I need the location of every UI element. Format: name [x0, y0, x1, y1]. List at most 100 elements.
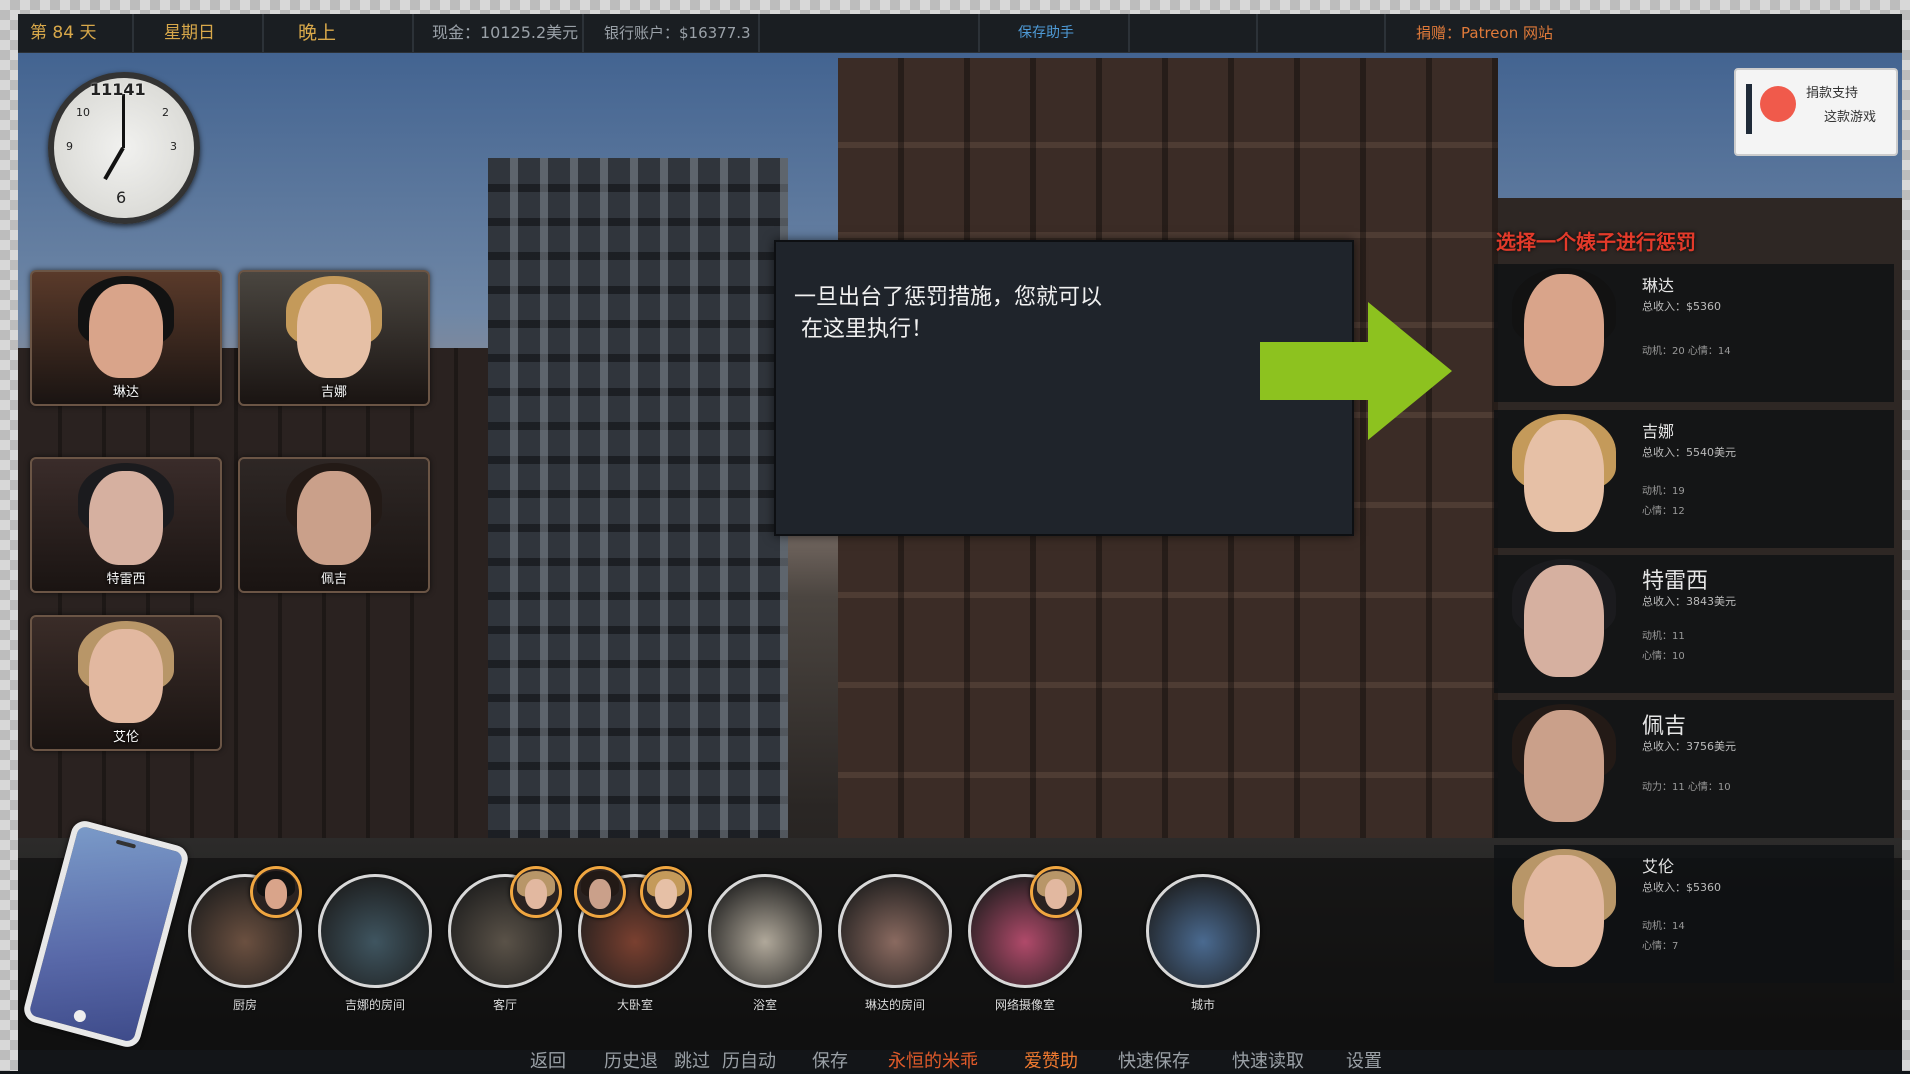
cash-display: 现金：10125.2美元 — [414, 14, 584, 52]
avatar-face — [655, 879, 677, 909]
green-arrow-right-icon — [1260, 302, 1452, 440]
card-portrait — [1524, 274, 1604, 386]
character-portrait — [89, 471, 163, 565]
room-button-5[interactable] — [708, 874, 822, 988]
character-portrait — [297, 284, 371, 378]
clock-number: 10 — [76, 106, 90, 119]
bottom-menu-item-2[interactable]: 历史退 — [604, 1050, 658, 1074]
character-name: 特雷西 — [106, 572, 146, 587]
card-name: 琳达 — [1642, 276, 1675, 295]
card-portrait — [1524, 710, 1604, 822]
clock-hour-hand — [103, 147, 125, 181]
character-portrait — [89, 629, 163, 723]
card-income: 总收入：3843美元 — [1642, 595, 1736, 608]
phone-home-icon — [72, 1008, 88, 1024]
bank-account-display: 银行账户：$16377.3 — [584, 14, 760, 52]
top-status-bar: 第 84 天 星期日 晚上 现金：10125.2美元 银行账户：$16377.3… — [18, 14, 1902, 53]
card-name: 吉娜 — [1642, 422, 1675, 441]
character-tile-5[interactable]: 艾伦 — [30, 615, 222, 751]
clock-number: 9 — [66, 140, 73, 153]
bottom-menu-item-9[interactable]: 快速读取 — [1232, 1050, 1304, 1074]
bottom-menu-item-1[interactable]: 返回 — [530, 1050, 566, 1074]
topbar-spacer-2 — [1130, 14, 1258, 52]
card-income: 总收入：$5360 — [1642, 881, 1721, 894]
room-label: 吉娜的房间 — [344, 998, 405, 1012]
room-occupant-avatar — [574, 866, 626, 918]
punish-card-2[interactable]: 吉娜总收入：5540美元 动机：19 心情：12 — [1494, 410, 1894, 548]
room-button-8[interactable] — [1146, 874, 1260, 988]
clock-number: 6 — [116, 188, 127, 207]
dialog-line-2: 在这里执行！ — [801, 317, 934, 342]
card-name: 佩吉 — [1642, 714, 1687, 739]
bottom-menu-item-3[interactable]: 跳过 — [674, 1050, 710, 1074]
punish-card-3[interactable]: 特雷西 总收入：3843美元 动机：11 心情：10 — [1494, 555, 1894, 693]
time-of-day: 晚上 — [264, 14, 414, 52]
card-stat-1: 动力：11 心情：10 — [1642, 782, 1731, 793]
room-occupant-avatar — [640, 866, 692, 918]
character-tile-1[interactable]: 琳达 — [30, 270, 222, 406]
room-label: 浴室 — [752, 998, 777, 1012]
card-name: 特雷西 — [1642, 569, 1709, 594]
card-portrait — [1524, 565, 1604, 677]
phone-camera-icon — [115, 839, 137, 849]
card-stat-2: 心情：12 — [1642, 506, 1685, 517]
donate-line-2: 这款游戏 — [1824, 110, 1877, 125]
room-button-2[interactable] — [318, 874, 432, 988]
save-helper-button[interactable]: 保存助手 — [980, 14, 1130, 52]
card-stat-1: 动机：14 — [1642, 921, 1685, 932]
card-stat-2: 心情：7 — [1642, 941, 1679, 952]
room-label: 网络摄像室 — [994, 998, 1055, 1012]
character-portrait — [89, 284, 163, 378]
avatar-face — [525, 879, 547, 909]
bottom-menu-item-8[interactable]: 快速保存 — [1118, 1050, 1190, 1074]
room-label: 琳达的房间 — [864, 998, 925, 1012]
card-stat-1: 动机：11 — [1642, 631, 1685, 642]
bottom-menu-item-10[interactable]: 设置 — [1346, 1050, 1382, 1074]
card-stat-1: 动机：19 — [1642, 486, 1685, 497]
room-label: 城市 — [1190, 998, 1215, 1012]
weekday: 星期日 — [134, 14, 264, 52]
room-label: 客厅 — [492, 998, 517, 1012]
card-income: 总收入：5540美元 — [1642, 446, 1736, 459]
donate-support-button[interactable]: 捐款支持 这款游戏 — [1734, 68, 1898, 156]
card-stat-2: 心情：10 — [1642, 651, 1685, 662]
donate-line-1: 捐款支持 — [1806, 86, 1859, 101]
character-name: 琳达 — [112, 385, 139, 400]
day-counter: 第 84 天 — [18, 14, 134, 52]
avatar-face — [1045, 879, 1067, 909]
punish-card-1[interactable]: 琳达 总收入：$5360 动机：20 心情：14 — [1494, 264, 1894, 402]
avatar-face — [265, 879, 287, 909]
character-name: 佩吉 — [320, 572, 347, 587]
background-office-tower — [488, 158, 788, 858]
bottom-menu-item-7[interactable]: 爱赞助 — [1024, 1050, 1078, 1074]
character-portrait — [297, 471, 371, 565]
character-tile-3[interactable]: 特雷西 — [30, 457, 222, 593]
clock-number: 2 — [162, 106, 169, 119]
character-tile-4[interactable]: 佩吉 — [238, 457, 430, 593]
dialog-line-1: 一旦出台了惩罚措施，您就可以 — [794, 285, 1103, 310]
card-income: 总收入：3756美元 — [1642, 740, 1736, 753]
bottom-menu-item-5[interactable]: 保存 — [812, 1050, 848, 1074]
bottom-menu-item-4[interactable]: 历自动 — [722, 1050, 776, 1074]
patreon-circle-icon — [1760, 86, 1796, 122]
card-name: 艾伦 — [1642, 857, 1675, 876]
card-income: 总收入：$5360 — [1642, 300, 1721, 313]
patreon-donate-link[interactable]: 捐赠：Patreon 网站 — [1386, 14, 1902, 52]
topbar-spacer-1 — [760, 14, 980, 52]
character-name: 吉娜 — [320, 385, 347, 400]
card-portrait — [1524, 420, 1604, 532]
clock-number: 3 — [170, 140, 177, 153]
punish-card-4[interactable]: 佩吉 总收入：3756美元 动力：11 心情：10 — [1494, 700, 1894, 838]
room-label: 大卧室 — [616, 998, 653, 1012]
room-button-6[interactable] — [838, 874, 952, 988]
clock-label: 11141 — [90, 80, 146, 99]
card-portrait — [1524, 855, 1604, 967]
clock-minute-hand — [121, 94, 125, 148]
room-occupant-avatar — [1030, 866, 1082, 918]
room-occupant-avatar — [510, 866, 562, 918]
punish-card-5[interactable]: 艾伦总收入：$5360 动机：14 心情：7 — [1494, 845, 1894, 983]
bottom-menu-item-6[interactable]: 永恒的米乖 — [888, 1050, 978, 1074]
character-tile-2[interactable]: 吉娜 — [238, 270, 430, 406]
room-occupant-avatar — [250, 866, 302, 918]
character-name: 艾伦 — [112, 730, 139, 745]
